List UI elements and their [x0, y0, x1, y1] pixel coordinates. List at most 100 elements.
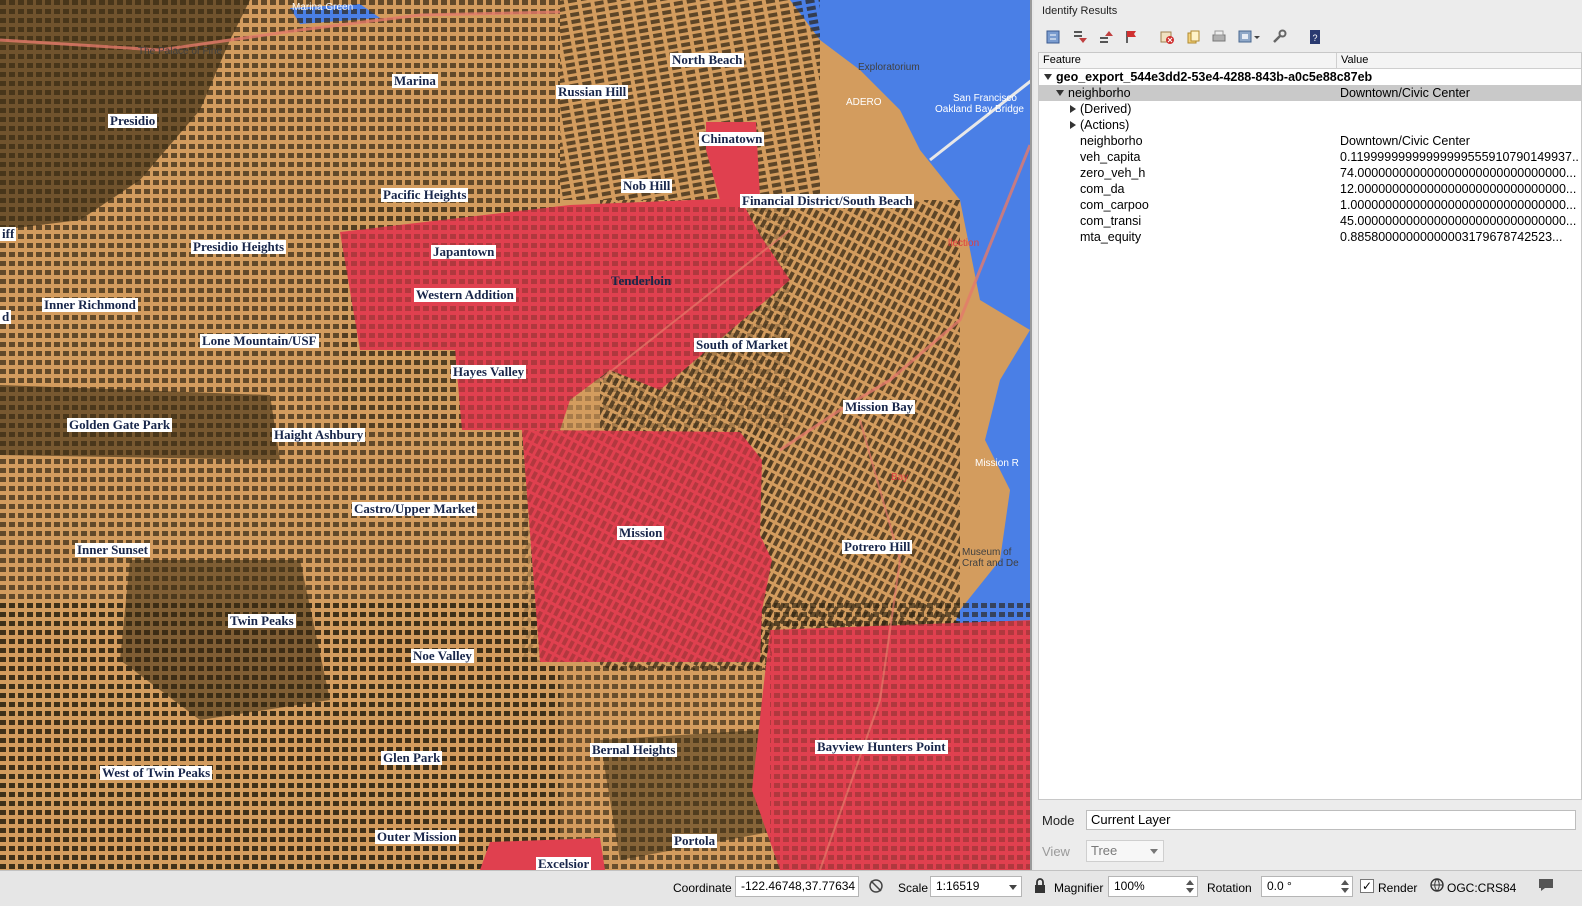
select-feature-icon[interactable]: [1234, 27, 1264, 47]
label-presidio-heights: Presidio Heights: [191, 239, 287, 254]
magnifier-spinner[interactable]: [1185, 878, 1195, 895]
label-west-of-twin-peaks: West of Twin Peaks: [100, 765, 213, 780]
rotation-value: 0.0 °: [1267, 879, 1292, 893]
column-value[interactable]: Value: [1337, 53, 1368, 68]
crs-label[interactable]: OGC:CRS84: [1447, 879, 1516, 897]
mode-select[interactable]: Current Layer: [1086, 810, 1576, 830]
poi-museum-2: Craft and De: [962, 558, 1019, 569]
attribute-row[interactable]: mta_equity 0.885800000000000031796787425…: [1039, 229, 1581, 245]
label-japantown: Japantown: [431, 244, 497, 259]
poi-bay-bridge-2: Oakland Bay Bridge: [935, 104, 1024, 115]
label-castro: Castro/Upper Market: [352, 501, 478, 516]
label-pacific-heights: Pacific Heights: [381, 187, 469, 202]
actions-group[interactable]: (Actions): [1039, 117, 1581, 133]
attribute-value: Downtown/Civic Center: [1340, 134, 1470, 148]
status-bar: Coordinate -122.46748,37.77634 Scale 1:1…: [0, 870, 1582, 906]
results-tree[interactable]: Feature Value geo_export_544e3dd2-53e4-4…: [1038, 52, 1582, 800]
attribute-key: mta_equity: [1080, 230, 1142, 244]
magnifier-field[interactable]: 100%: [1108, 876, 1198, 897]
label-chinatown: Chinatown: [699, 131, 765, 146]
identify-results-panel: Identify Results ? Feature Value geo_exp…: [1034, 0, 1582, 870]
attribute-row[interactable]: veh_capita 0.119999999999999995559107901…: [1039, 149, 1581, 165]
scale-field[interactable]: 1:16519: [930, 876, 1022, 897]
tree-header: Feature Value: [1039, 53, 1581, 69]
label-inner-richmond: Inner Richmond: [42, 297, 138, 312]
copy-icon[interactable]: [1182, 27, 1204, 47]
attribute-value: 1.0000000000000000000000000000000...: [1340, 198, 1577, 212]
print-icon[interactable]: [1208, 27, 1230, 47]
poi-museum: Museum of: [962, 547, 1012, 558]
attribute-value: 0.11999999999999999555910790149937...: [1340, 150, 1580, 164]
collapse-all-icon[interactable]: [1068, 27, 1090, 47]
label-lone-mountain: Lone Mountain/USF: [200, 333, 319, 348]
mode-row: Mode Current Layer: [1042, 810, 1576, 830]
settings-icon[interactable]: [1268, 27, 1290, 47]
coordinate-field[interactable]: -122.46748,37.77634: [735, 876, 859, 897]
derived-group[interactable]: (Derived): [1039, 101, 1581, 117]
expand-arrow-icon[interactable]: [1070, 121, 1076, 129]
rotation-field[interactable]: 0.0 °: [1261, 876, 1353, 897]
label-mission: Mission: [617, 525, 665, 540]
clear-results-icon[interactable]: [1156, 27, 1178, 47]
label-north-beach: North Beach: [670, 52, 745, 67]
magnifier-label: Magnifier: [1054, 881, 1104, 895]
map-canvas[interactable]: Marina Green The Palace of Fine Explorat…: [0, 0, 1032, 870]
attribute-key: veh_capita: [1080, 150, 1141, 164]
toggle-extents-icon[interactable]: [868, 877, 884, 900]
expand-icon[interactable]: [1042, 27, 1064, 47]
poi-mission-rock: Mission R: [975, 458, 1019, 469]
svg-text:?: ?: [1312, 33, 1317, 43]
collapse-arrow-icon[interactable]: [1044, 74, 1052, 80]
label-western-addition: Western Addition: [414, 287, 516, 302]
coordinate-value: -122.46748,37.77634: [741, 879, 856, 893]
flag-icon[interactable]: [1120, 27, 1142, 47]
attribute-value: 0.88580000000000003179678742523...: [1340, 230, 1563, 244]
globe-icon[interactable]: [1430, 878, 1444, 897]
label-golden-gate-park: Golden Gate Park: [67, 417, 173, 432]
attribute-row[interactable]: com_transi 45.00000000000000000000000000…: [1039, 213, 1581, 229]
label-excelsior: Excelsior: [536, 856, 592, 870]
collapse-arrow-icon[interactable]: [1056, 90, 1064, 96]
coordinate-label: Coordinate: [673, 881, 732, 895]
poi-palace-fine-arts: The Palace of Fine: [138, 46, 222, 57]
rotation-label: Rotation: [1207, 881, 1252, 895]
attribute-row[interactable]: neighborho Downtown/Civic Center: [1039, 133, 1581, 149]
view-select[interactable]: Tree: [1086, 840, 1164, 862]
messages-icon[interactable]: [1537, 877, 1555, 898]
attribute-key: zero_veh_h: [1080, 166, 1146, 180]
help-icon[interactable]: ?: [1304, 27, 1326, 47]
label-inner-sunset: Inner Sunset: [75, 542, 150, 557]
column-feature[interactable]: Feature: [1039, 53, 1337, 68]
feature-row-selected[interactable]: neighborho Downtown/Civic Center: [1039, 85, 1581, 101]
attribute-row[interactable]: com_da 12.000000000000000000000000000000…: [1039, 181, 1581, 197]
expand-all-icon[interactable]: [1094, 27, 1116, 47]
attribute-value: 45.000000000000000000000000000000...: [1340, 214, 1577, 228]
attribute-row[interactable]: zero_veh_h 74.00000000000000000000000000…: [1039, 165, 1581, 181]
attribute-key: neighborho: [1080, 134, 1143, 148]
magnifier-value: 100%: [1114, 879, 1145, 893]
mode-label: Mode: [1042, 812, 1075, 828]
label-south-of-market: South of Market: [694, 337, 790, 352]
attribute-key: com_da: [1080, 182, 1125, 196]
poi-exploratorium: Exploratorium: [858, 62, 920, 73]
label-tenderloin: Tenderloin: [611, 273, 672, 288]
label-mission-bay: Mission Bay: [843, 399, 916, 414]
actions-label: (Actions): [1080, 118, 1130, 132]
layer-row[interactable]: geo_export_544e3dd2-53e4-4288-843b-a0c5e…: [1039, 69, 1581, 85]
lock-icon[interactable]: [1033, 877, 1047, 900]
view-row: View Tree: [1042, 840, 1164, 862]
identify-toolbar: ?: [1042, 26, 1326, 48]
render-checkbox[interactable]: ✓: [1360, 879, 1374, 893]
chevron-down-icon[interactable]: [1009, 885, 1017, 890]
view-label: View: [1042, 843, 1070, 859]
poi-bay-bridge: San Francisco: [953, 93, 1017, 104]
attribute-row[interactable]: com_carpoo 1.000000000000000000000000000…: [1039, 197, 1581, 213]
label-edge-iff: iff: [0, 226, 17, 241]
view-value: Tree: [1091, 843, 1118, 858]
label-hayes-valley: Hayes Valley: [451, 364, 527, 379]
label-financial-district: Financial District/South Beach: [740, 193, 915, 208]
mode-value: Current Layer: [1091, 812, 1171, 827]
rotation-spinner[interactable]: [1340, 878, 1350, 895]
poi-collection: llection: [948, 238, 980, 249]
expand-arrow-icon[interactable]: [1070, 105, 1076, 113]
